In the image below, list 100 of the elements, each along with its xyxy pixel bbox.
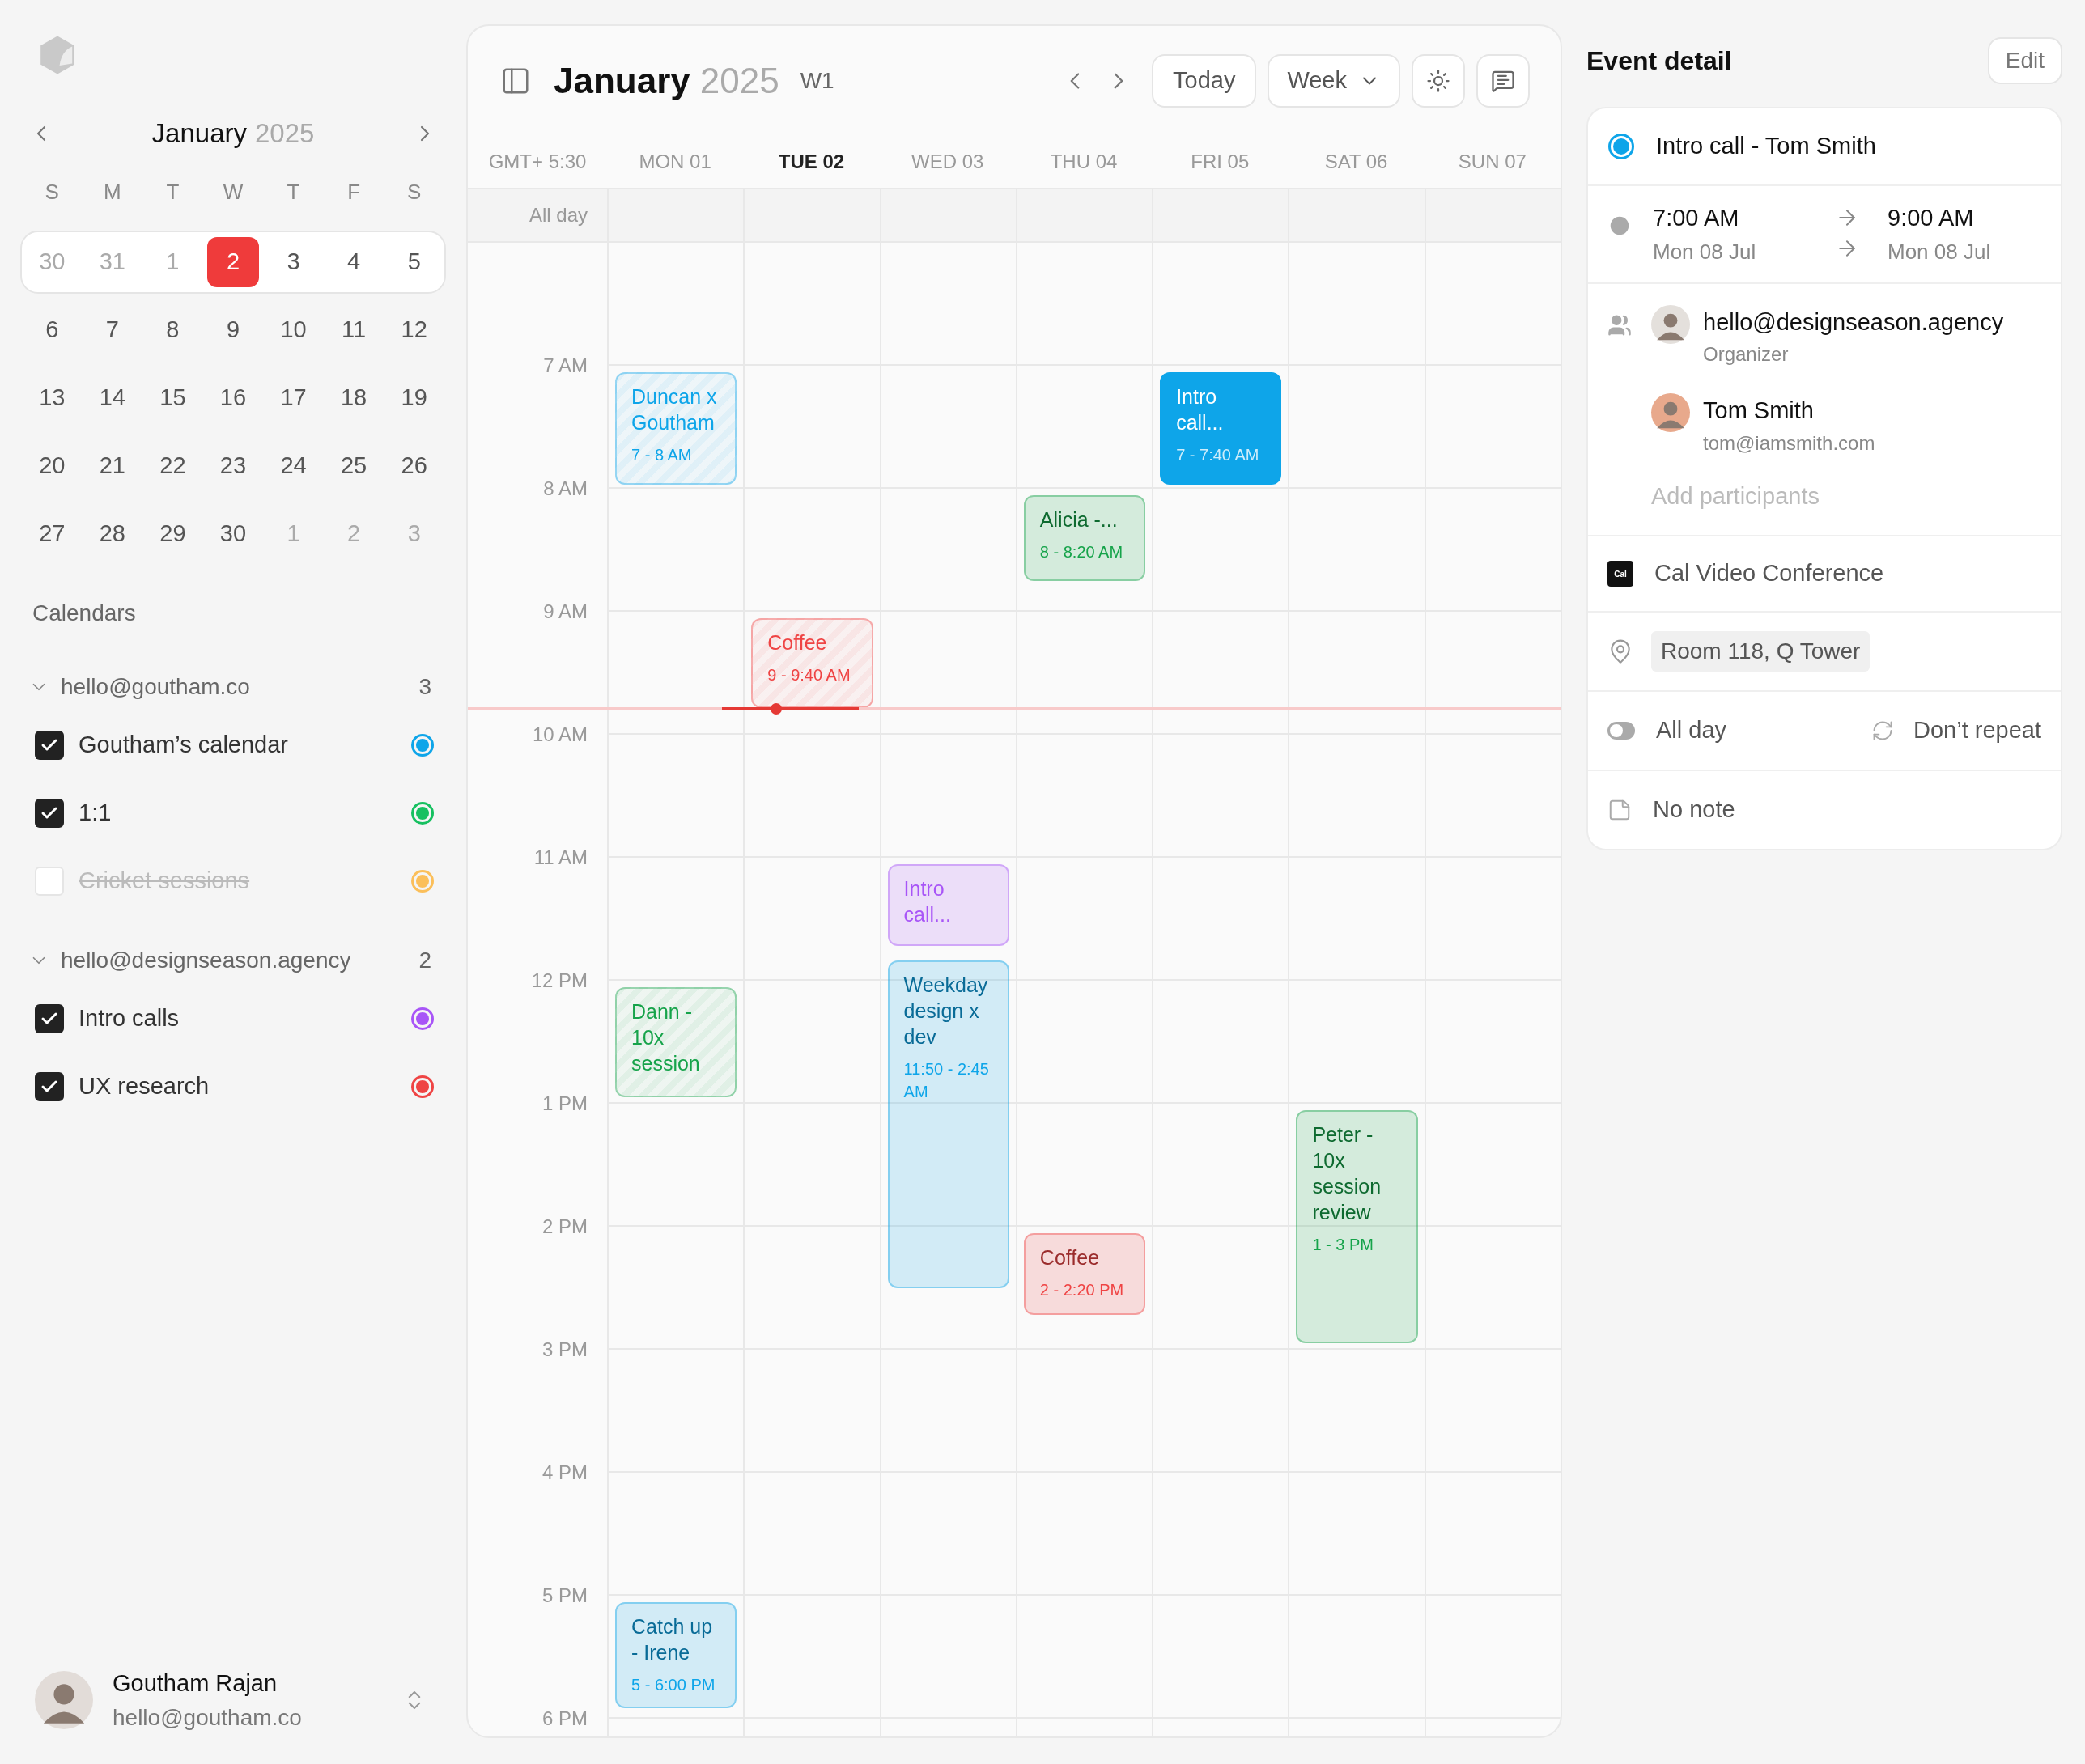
hour-label: 2 PM: [542, 1215, 588, 1239]
calendar-day[interactable]: 22: [147, 440, 199, 491]
calendar-day[interactable]: 14: [86, 372, 138, 423]
timezone-label: GMT+ 5:30: [487, 150, 588, 174]
calendar-day[interactable]: 3: [267, 236, 320, 287]
event-title: Intro call...: [1176, 384, 1225, 435]
weekday-label: W: [222, 178, 244, 206]
weekday-label: M: [103, 178, 122, 206]
user-name: Goutham Rajan: [113, 1669, 278, 1698]
chat-icon: [1491, 69, 1515, 93]
weekday-label: F: [346, 178, 362, 206]
avatar: [1651, 304, 1690, 344]
avatar: [1651, 393, 1690, 432]
participant-detail: Organizer: [1703, 342, 1790, 367]
hour-label: 10 AM: [532, 723, 588, 747]
year-label: 2025: [255, 117, 315, 150]
calendar-day[interactable]: 25: [328, 440, 380, 491]
calendar-day[interactable]: 21: [86, 440, 138, 491]
repeat-icon: [1871, 719, 1894, 742]
participant-name: hello@designseason.agency: [1703, 307, 2004, 337]
view-dropdown[interactable]: Week: [1268, 54, 1400, 108]
calendar-day[interactable]: 28: [86, 508, 138, 559]
event-time: 9 - 9:40 AM: [767, 664, 851, 685]
event-card[interactable]: Peter - 10x session review 1 - 3 PM: [1296, 1109, 1418, 1344]
start-time: 7:00 AM: [1653, 204, 1740, 232]
calendar-day[interactable]: 23: [207, 440, 259, 491]
end-time: 9:00 AM: [1888, 204, 1975, 232]
calendar-day[interactable]: 13: [26, 372, 79, 423]
calendar-day[interactable]: 19: [388, 372, 440, 423]
event-card[interactable]: Alicia -... 8 - 8:20 AM: [1023, 494, 1146, 581]
calendar-name: Cricket sessions: [79, 866, 251, 895]
weekday-label: T: [165, 178, 180, 206]
today-button[interactable]: Today: [1152, 54, 1257, 108]
calendar-name: Goutham’s calendar: [79, 730, 289, 759]
calendar-count: 2: [418, 946, 431, 974]
location-tag: Room 118, Q Tower: [1651, 631, 1871, 672]
calendar-day[interactable]: 29: [147, 508, 199, 559]
calendar-checkbox[interactable]: [35, 1071, 64, 1101]
calendar-checkbox[interactable]: [35, 798, 64, 828]
event-title: Peter - 10x session review: [1312, 1122, 1382, 1225]
calendar-checkbox[interactable]: [35, 866, 64, 896]
hour-label: 1 PM: [542, 1092, 588, 1116]
calendar-day[interactable]: 9: [207, 304, 259, 355]
event-title: Coffee: [1039, 1245, 1101, 1270]
calendar-checkbox[interactable]: [35, 730, 64, 760]
all-day-toggle[interactable]: [1607, 722, 1635, 740]
calendar-day[interactable]: 2: [207, 236, 259, 287]
event-card[interactable]: Weekday design x dev 11:50 - 2:45 AM: [887, 960, 1009, 1288]
calendar-day[interactable]: 16: [207, 372, 259, 423]
calendar-day[interactable]: 20: [26, 440, 79, 491]
theme-toggle-button[interactable]: [1412, 54, 1465, 108]
start-date: Mon 08 Jul: [1653, 238, 1757, 265]
calendar-day[interactable]: 30: [207, 508, 259, 559]
calendar-day[interactable]: 18: [328, 372, 380, 423]
calendar-day[interactable]: 7: [86, 304, 138, 355]
calendar-checkbox[interactable]: [35, 1003, 64, 1033]
hour-label: 4 PM: [542, 1461, 588, 1485]
event-time: 7 - 7:40 AM: [1176, 444, 1260, 465]
calendars-heading: Calendars: [32, 599, 137, 627]
note-label: No note: [1653, 795, 1735, 825]
calendar-day[interactable]: 17: [267, 372, 320, 423]
event-card[interactable]: Coffee 2 - 2:20 PM: [1023, 1232, 1146, 1315]
calendar-day[interactable]: 11: [328, 304, 380, 355]
calendar-day[interactable]: 26: [388, 440, 440, 491]
calendar-name: UX research: [79, 1071, 210, 1100]
calendar-day[interactable]: 27: [26, 508, 79, 559]
sidebar-toggle-button[interactable]: [500, 66, 531, 96]
event-title: Alicia -...: [1039, 507, 1119, 532]
calendar-name: 1:1: [79, 798, 113, 827]
all-day-label: All day: [528, 203, 588, 227]
event-title: Intro call - Tom Smith: [1656, 132, 1876, 161]
hour-label: 8 AM: [543, 477, 588, 501]
calendar-day[interactable]: 5: [388, 236, 440, 287]
event-time: 7 - 8 AM: [631, 444, 693, 465]
participant-detail: tom@iamsmith.com: [1703, 430, 1875, 456]
calendar-day[interactable]: 6: [26, 304, 79, 355]
calendar-day[interactable]: 10: [267, 304, 320, 355]
event-title: Coffee: [767, 630, 828, 655]
user-email: hello@goutham.co: [113, 1704, 303, 1732]
hour-label: 11 AM: [533, 846, 588, 870]
calendar-day[interactable]: 15: [147, 372, 199, 423]
add-participants-field[interactable]: Add participants: [1651, 478, 1943, 514]
calendar-day[interactable]: 8: [147, 304, 199, 355]
event-title: Intro call...: [903, 876, 952, 927]
conference-logo: Cal: [1607, 561, 1633, 587]
calendar-day[interactable]: 12: [388, 304, 440, 355]
event-title: Dann - 10x session: [631, 999, 701, 1076]
weekday-label: S: [406, 178, 423, 206]
hour-label: 6 PM: [542, 1707, 588, 1731]
hour-label: 12 PM: [531, 969, 588, 993]
week-number: W1: [800, 67, 834, 95]
calendar-day[interactable]: 4: [328, 236, 380, 287]
hour-label: 9 AM: [543, 600, 588, 624]
edit-button[interactable]: Edit: [1987, 37, 2062, 84]
day-header[interactable]: TUE 02: [743, 147, 880, 176]
calendar-day[interactable]: 24: [267, 440, 320, 491]
event-time: 2 - 2:20 PM: [1039, 1279, 1125, 1300]
event-card[interactable]: Catch up - Irene 5 - 6:00 PM: [615, 1601, 737, 1709]
chat-button[interactable]: [1476, 54, 1530, 108]
event-time: 1 - 3 PM: [1312, 1234, 1374, 1255]
